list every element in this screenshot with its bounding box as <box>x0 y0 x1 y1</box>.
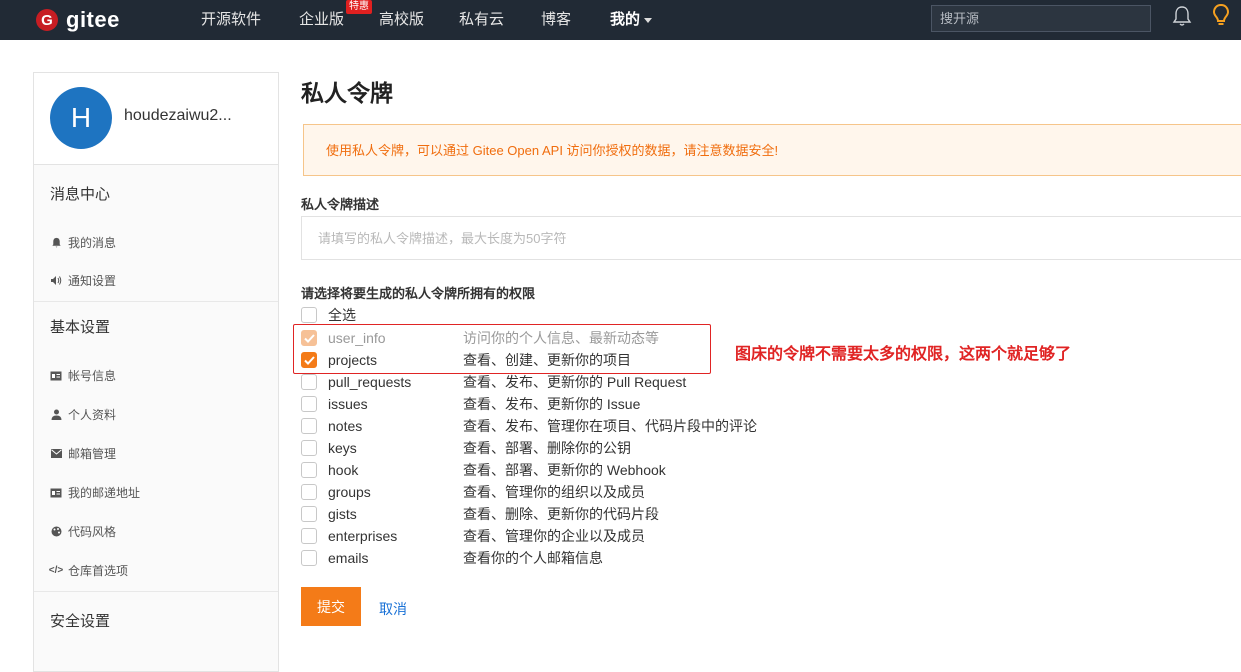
permission-checkbox[interactable] <box>301 484 317 500</box>
permission-checkbox[interactable] <box>301 462 317 478</box>
nav-university[interactable]: 高校版 <box>379 0 424 40</box>
sidebar-item-address[interactable]: 我的邮递地址 <box>34 473 278 512</box>
address-card-icon <box>50 487 62 499</box>
select-all-checkbox[interactable] <box>301 307 317 323</box>
code-icon: </> <box>48 565 64 576</box>
profile-card: H houdezaiwu2... <box>34 73 278 165</box>
nav-mine-label: 我的 <box>610 11 641 28</box>
desc-label: 私人令牌描述 <box>301 197 380 212</box>
select-all-label: 全选 <box>328 307 356 323</box>
sidebar-item-label: 我的消息 <box>68 235 117 250</box>
nav-private-cloud[interactable]: 私有云 <box>459 0 504 40</box>
permission-row-keys[interactable]: keys 查看、部署、删除你的公钥 <box>301 438 631 458</box>
token-description-input[interactable] <box>301 216 1241 260</box>
cancel-link[interactable]: 取消 <box>379 599 407 619</box>
sidebar-item-label: 个人资料 <box>68 408 117 422</box>
permission-row-gists[interactable]: gists 查看、删除、更新你的代码片段 <box>301 504 659 524</box>
hot-badge: 特惠 <box>346 0 372 14</box>
nav-open-source[interactable]: 开源软件 <box>201 0 261 40</box>
sidebar-item-repo-prefs[interactable]: </> 仓库首选项 <box>34 551 278 590</box>
security-notice: 使用私人令牌，可以通过 Gitee Open API 访问你授权的数据，请注意数… <box>303 124 1241 176</box>
sidebar-item-notify-settings[interactable]: 通知设置 <box>34 261 278 299</box>
group-title-messages: 消息中心 <box>50 186 111 203</box>
sidebar-item-label: 我的邮递地址 <box>68 486 141 500</box>
envelope-icon <box>50 448 62 460</box>
logo-mark: G <box>36 9 58 31</box>
permission-name: keys <box>328 440 357 456</box>
lightbulb-icon[interactable] <box>1210 2 1232 28</box>
top-nav: G gitee 开源软件 企业版 特惠 高校版 私有云 博客 我的 <box>0 0 1241 40</box>
sidebar-item-code-style[interactable]: 代码风格 <box>34 512 278 551</box>
permission-checkbox[interactable] <box>301 506 317 522</box>
group-security: 安全设置 <box>34 592 278 631</box>
speaker-icon <box>50 274 62 286</box>
sidebar-item-label: 帐号信息 <box>68 369 117 383</box>
permission-row-enterprises[interactable]: enterprises 查看、管理你的企业以及成员 <box>301 526 645 546</box>
sidebar-item-my-messages[interactable]: 我的消息 <box>34 223 278 261</box>
bell-icon <box>50 236 62 248</box>
nav-enterprise[interactable]: 企业版 <box>299 0 344 40</box>
permission-checkbox[interactable] <box>301 550 317 566</box>
sidebar-item-profile[interactable]: 个人资料 <box>34 395 278 434</box>
permission-description: 查看、管理你的组织以及成员 <box>463 484 645 500</box>
permission-name: notes <box>328 418 363 434</box>
nav-mine[interactable]: 我的 <box>610 0 653 40</box>
select-all-row[interactable]: 全选 <box>301 305 463 325</box>
group-messages: 消息中心 我的消息 通知设置 <box>34 165 278 302</box>
group-basic: 基本设置 帐号信息 个人资料 邮箱管理 我的邮递地址 代码风格 </> 仓库首选… <box>34 302 278 592</box>
gitee-logo[interactable]: G gitee <box>36 6 120 34</box>
permission-checkbox[interactable] <box>301 440 317 456</box>
permission-description: 查看、部署、删除你的公钥 <box>463 440 631 456</box>
permission-checkbox[interactable] <box>301 396 317 412</box>
permission-row-pull-requests[interactable]: pull_requests 查看、发布、更新你的 Pull Request <box>301 372 686 392</box>
permission-name: pull_requests <box>328 374 412 390</box>
sidebar-item-account[interactable]: 帐号信息 <box>34 356 278 395</box>
permission-description: 查看、管理你的企业以及成员 <box>463 528 645 544</box>
sidebar-item-label: 仓库首选项 <box>68 564 129 578</box>
permission-description: 查看、发布、更新你的 Pull Request <box>463 374 687 390</box>
sidebar-item-label: 邮箱管理 <box>68 447 117 461</box>
page-title: 私人令牌 <box>301 80 393 106</box>
permission-name: issues <box>328 396 368 412</box>
permission-row-emails[interactable]: emails 查看你的个人邮箱信息 <box>301 548 603 568</box>
group-title-security: 安全设置 <box>50 613 111 630</box>
permission-row-hook[interactable]: hook 查看、部署、更新你的 Webhook <box>301 460 666 480</box>
permission-row-groups[interactable]: groups 查看、管理你的组织以及成员 <box>301 482 645 502</box>
sidebar-item-label: 代码风格 <box>68 525 117 539</box>
search-input[interactable] <box>931 5 1151 32</box>
permission-checkbox[interactable] <box>301 528 317 544</box>
permission-description: 查看你的个人邮箱信息 <box>463 550 603 566</box>
permissions-label: 请选择将要生成的私人令牌所拥有的权限 <box>301 286 536 301</box>
permission-name: hook <box>328 462 359 478</box>
permission-description: 查看、发布、更新你的 Issue <box>463 396 641 412</box>
permission-description: 查看、删除、更新你的代码片段 <box>463 506 659 522</box>
permission-description: 查看、部署、更新你的 Webhook <box>463 462 666 478</box>
chevron-down-icon <box>644 17 653 23</box>
logo-text: gitee <box>66 7 120 32</box>
nav-blog[interactable]: 博客 <box>541 0 571 40</box>
user-icon <box>50 409 62 421</box>
permission-row-issues[interactable]: issues 查看、发布、更新你的 Issue <box>301 394 640 414</box>
group-title-basic: 基本设置 <box>50 319 111 336</box>
permission-checkbox[interactable] <box>301 418 317 434</box>
username[interactable]: houdezaiwu2... <box>124 107 232 125</box>
id-card-icon <box>50 370 62 382</box>
settings-sidebar: H houdezaiwu2... 消息中心 我的消息 通知设置 基本设置 帐号信… <box>33 72 279 672</box>
palette-icon <box>50 526 62 538</box>
annotation-note: 图床的令牌不需要太多的权限，这两个就足够了 <box>735 346 1072 363</box>
permission-description: 查看、发布、管理你在项目、代码片段中的评论 <box>463 418 757 434</box>
permission-name: enterprises <box>328 528 398 544</box>
sidebar-item-email[interactable]: 邮箱管理 <box>34 434 278 473</box>
permission-name: groups <box>328 484 371 500</box>
avatar[interactable]: H <box>50 87 112 149</box>
permission-name: emails <box>328 550 369 566</box>
sidebar-item-label: 通知设置 <box>68 273 117 288</box>
permission-row-notes[interactable]: notes 查看、发布、管理你在项目、代码片段中的评论 <box>301 416 757 436</box>
annotation-highlight-box <box>293 324 711 374</box>
submit-button[interactable]: 提交 <box>301 587 361 626</box>
permission-checkbox[interactable] <box>301 374 317 390</box>
bell-icon[interactable] <box>1172 4 1192 28</box>
permission-name: gists <box>328 506 357 522</box>
